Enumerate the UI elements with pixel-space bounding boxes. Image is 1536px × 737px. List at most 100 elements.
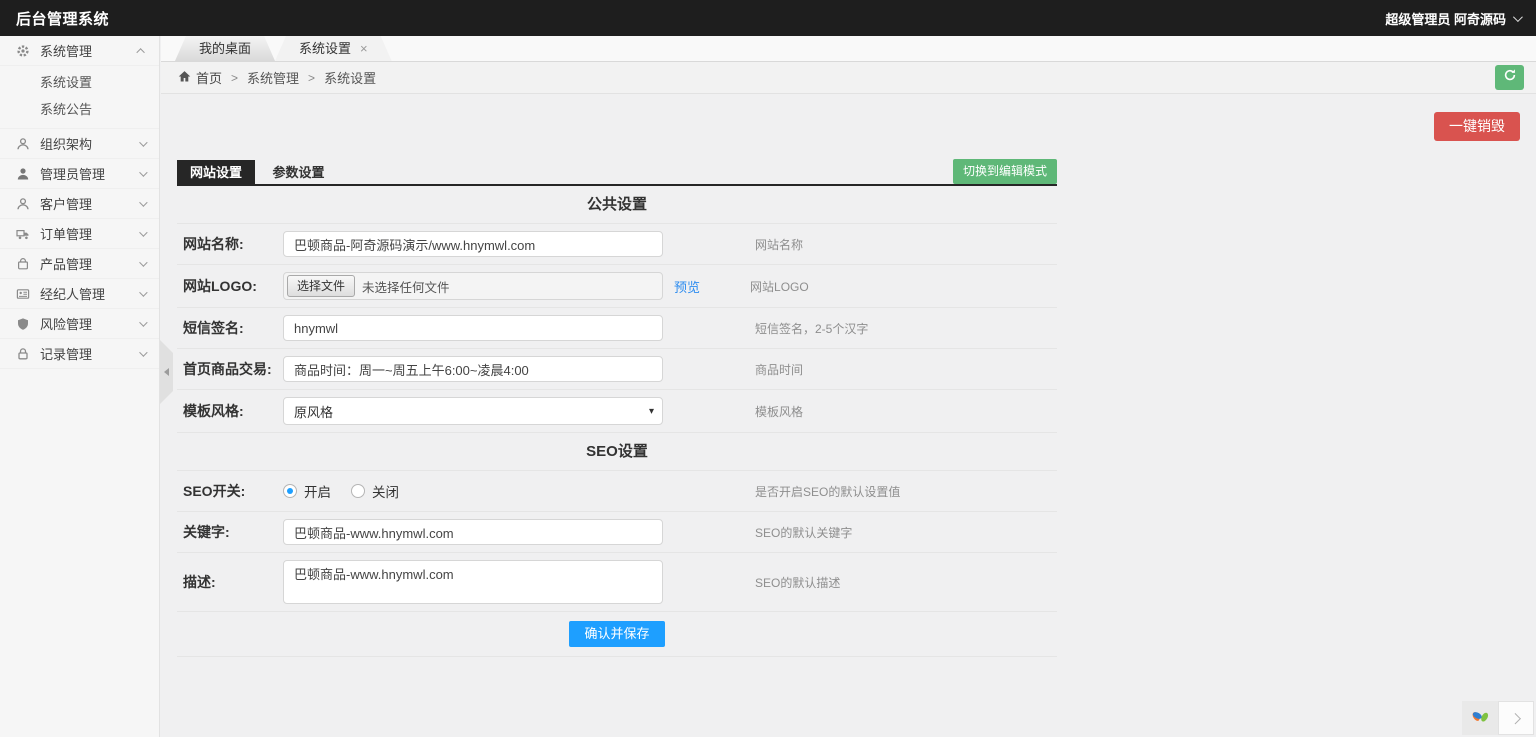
sidebar-subitem-label: 系统设置 <box>40 75 93 90</box>
sidebar-item-label: 订单管理 <box>40 227 93 242</box>
destroy-button[interactable]: 一键销毁 <box>1434 112 1520 141</box>
save-button[interactable]: 确认并保存 <box>569 621 665 647</box>
field-description: 网站名称 <box>755 237 804 252</box>
chevron-down-icon <box>139 197 148 207</box>
choose-file-button[interactable]: 选择文件 <box>287 275 356 297</box>
form-row-keywords: 关键字: SEO的默认关键字 <box>177 512 1057 553</box>
sidebar-item-order-mgmt[interactable]: 订单管理 <box>0 219 159 249</box>
topbar: 后台管理系统 超级管理员 阿奇源码 <box>0 0 1536 36</box>
sidebar-item-label: 记录管理 <box>40 347 93 362</box>
field-label: SEO开关: <box>183 483 246 499</box>
id-card-icon <box>16 286 31 301</box>
sidebar-item-customer-mgmt[interactable]: 客户管理 <box>0 189 159 219</box>
seo-off-radio[interactable] <box>351 484 365 498</box>
field-description: 商品时间 <box>755 362 804 377</box>
template-style-select[interactable]: 原风格 ▾ <box>283 397 663 425</box>
form-row-home-trade: 首页商品交易: 商品时间 <box>177 349 1057 390</box>
chevron-down-icon <box>139 257 148 267</box>
sidebar-item-product-mgmt[interactable]: 产品管理 <box>0 249 159 279</box>
floating-widget <box>1462 701 1534 735</box>
form-row-template-style: 模板风格: 原风格 ▾ 模板风格 <box>177 390 1057 433</box>
tab-system-settings[interactable]: 系统设置 × <box>275 36 392 61</box>
pinwheel-logo-icon[interactable] <box>1462 701 1498 735</box>
form-row-description: 描述: 巴顿商品-www.hnymwl.com SEO的默认描述 <box>177 553 1057 612</box>
home-icon <box>178 70 191 86</box>
breadcrumb-separator: > <box>231 70 239 85</box>
sidebar-item-label: 经纪人管理 <box>40 287 106 302</box>
breadcrumb-home[interactable]: 首页 <box>178 68 222 87</box>
tab-label: 系统设置 <box>299 41 352 56</box>
field-label: 描述: <box>183 574 216 590</box>
sidebar-item-risk-mgmt[interactable]: 风险管理 <box>0 309 159 339</box>
tab-param-settings[interactable]: 参数设置 <box>259 160 337 186</box>
sms-sign-input[interactable] <box>283 315 663 341</box>
user-menu[interactable]: 超级管理员 阿奇源码 <box>1385 9 1523 28</box>
breadcrumb-level2[interactable]: 系统设置 <box>324 68 376 87</box>
tab-label: 我的桌面 <box>199 41 252 56</box>
description-textarea[interactable]: 巴顿商品-www.hnymwl.com <box>283 560 663 604</box>
breadcrumb-separator: > <box>308 70 316 85</box>
caret-down-icon: ▾ <box>648 405 654 417</box>
home-trade-input[interactable] <box>283 356 663 382</box>
field-description: 网站LOGO <box>750 279 809 294</box>
chevron-down-icon <box>1512 11 1523 22</box>
refresh-button[interactable] <box>1495 65 1524 90</box>
logo-file-input[interactable]: 选择文件 未选择任何文件 <box>283 272 663 300</box>
selected-option-label: 原风格 <box>294 404 334 420</box>
sidebar-item-admin-mgmt[interactable]: 管理员管理 <box>0 159 159 189</box>
user-name-label: 超级管理员 阿奇源码 <box>1385 11 1506 27</box>
seo-off-label[interactable]: 关闭 <box>372 481 399 501</box>
sidebar-item-system-mgmt[interactable]: 系统管理 <box>0 36 159 66</box>
field-label: 网站名称: <box>183 236 244 252</box>
next-button[interactable] <box>1498 701 1534 735</box>
sidebar-item-label: 产品管理 <box>40 257 93 272</box>
breadcrumb-level1[interactable]: 系统管理 <box>247 68 299 87</box>
breadcrumb-home-label: 首页 <box>196 71 223 86</box>
sidebar-submenu-system: 系统设置 系统公告 <box>0 66 159 129</box>
section-title-common: 公共设置 <box>177 186 1057 224</box>
shopping-bag-icon <box>16 256 31 271</box>
chevron-down-icon <box>139 317 148 327</box>
seo-on-radio[interactable] <box>283 484 297 498</box>
sidebar-item-record-mgmt[interactable]: 记录管理 <box>0 339 159 369</box>
chevron-down-icon <box>139 287 148 297</box>
preview-link[interactable]: 预览 <box>674 277 700 296</box>
tab-site-settings[interactable]: 网站设置 <box>177 160 256 186</box>
main-area: 我的桌面 系统设置 × 首页 > 系统管理 > 系统设置 一键销毁 网站设置 参… <box>161 36 1536 737</box>
truck-icon <box>16 226 31 241</box>
sidebar-item-broker-mgmt[interactable]: 经纪人管理 <box>0 279 159 309</box>
switch-edit-mode-button[interactable]: 切换到编辑模式 <box>952 159 1057 184</box>
keywords-input[interactable] <box>283 519 663 545</box>
sidebar-item-label: 管理员管理 <box>40 167 106 182</box>
field-label: 网站LOGO: <box>183 278 257 294</box>
form-row-site-logo: 网站LOGO: 选择文件 未选择任何文件 预览 网站LOGO <box>177 265 1057 308</box>
settings-panel: 网站设置 参数设置 切换到编辑模式 公共设置 网站名称: 网站名称 网站LOGO… <box>177 159 1057 657</box>
sidebar-item-system-announcement[interactable]: 系统公告 <box>0 95 159 122</box>
person-filled-icon <box>16 166 31 181</box>
sidebar-item-label: 客户管理 <box>40 197 93 212</box>
seo-on-label[interactable]: 开启 <box>304 481 331 501</box>
tab-my-desktop[interactable]: 我的桌面 <box>175 36 275 61</box>
close-icon[interactable]: × <box>360 42 368 55</box>
window-tabstrip: 我的桌面 系统设置 × <box>161 36 1536 62</box>
sidebar-item-label: 风险管理 <box>40 317 93 332</box>
sidebar-item-system-settings[interactable]: 系统设置 <box>0 68 159 95</box>
file-status-label: 未选择任何文件 <box>362 280 450 295</box>
sidebar-item-org[interactable]: 组织架构 <box>0 129 159 159</box>
field-label: 短信签名: <box>183 320 244 336</box>
chevron-down-icon <box>139 137 148 147</box>
field-label: 关键字: <box>183 524 230 540</box>
field-label: 模板风格: <box>183 403 244 419</box>
site-name-input[interactable] <box>283 231 663 257</box>
form-row-site-name: 网站名称: 网站名称 <box>177 224 1057 265</box>
breadcrumb-bar: 首页 > 系统管理 > 系统设置 <box>161 62 1536 94</box>
field-description: SEO的默认关键字 <box>755 525 853 540</box>
shield-icon <box>16 316 31 331</box>
refresh-icon <box>1503 68 1517 87</box>
person-outline-icon <box>16 196 31 211</box>
app-title: 后台管理系统 <box>16 10 110 28</box>
form-row-seo-switch: SEO开关: 开启 关闭 是否开启SEO的默认设置值 <box>177 471 1057 512</box>
chevron-down-icon <box>139 347 148 357</box>
panel-tabs: 网站设置 参数设置 切换到编辑模式 <box>177 159 1057 186</box>
sidebar-item-label: 系统管理 <box>40 44 93 59</box>
